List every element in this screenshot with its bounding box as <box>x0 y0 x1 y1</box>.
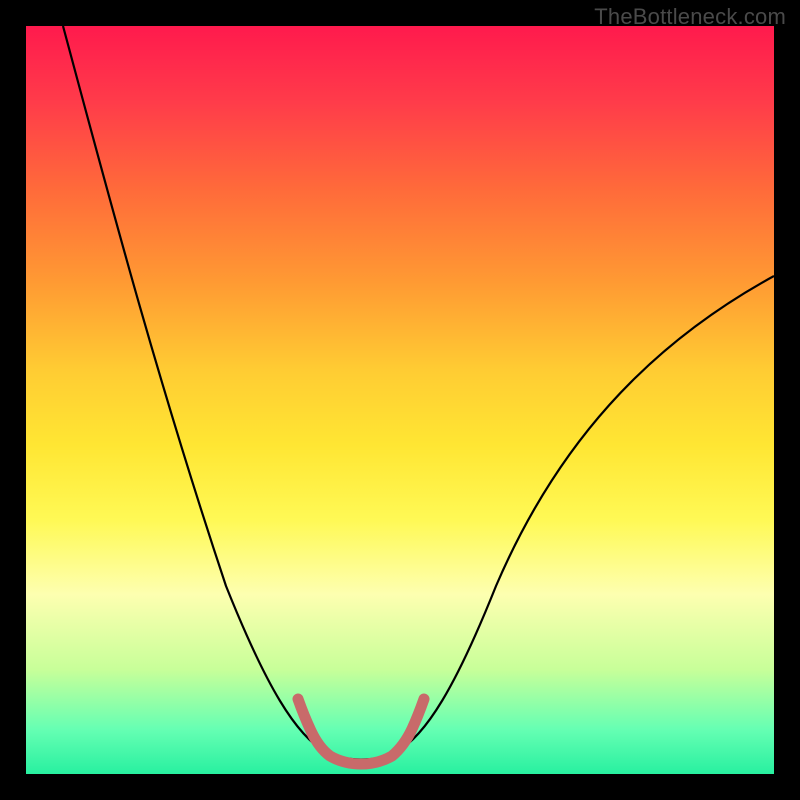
watermark-text: TheBottleneck.com <box>594 4 786 30</box>
valley-marker-line <box>298 699 424 764</box>
bottleneck-curve-line <box>63 26 774 760</box>
chart-svg <box>26 26 774 774</box>
chart-area <box>26 26 774 774</box>
